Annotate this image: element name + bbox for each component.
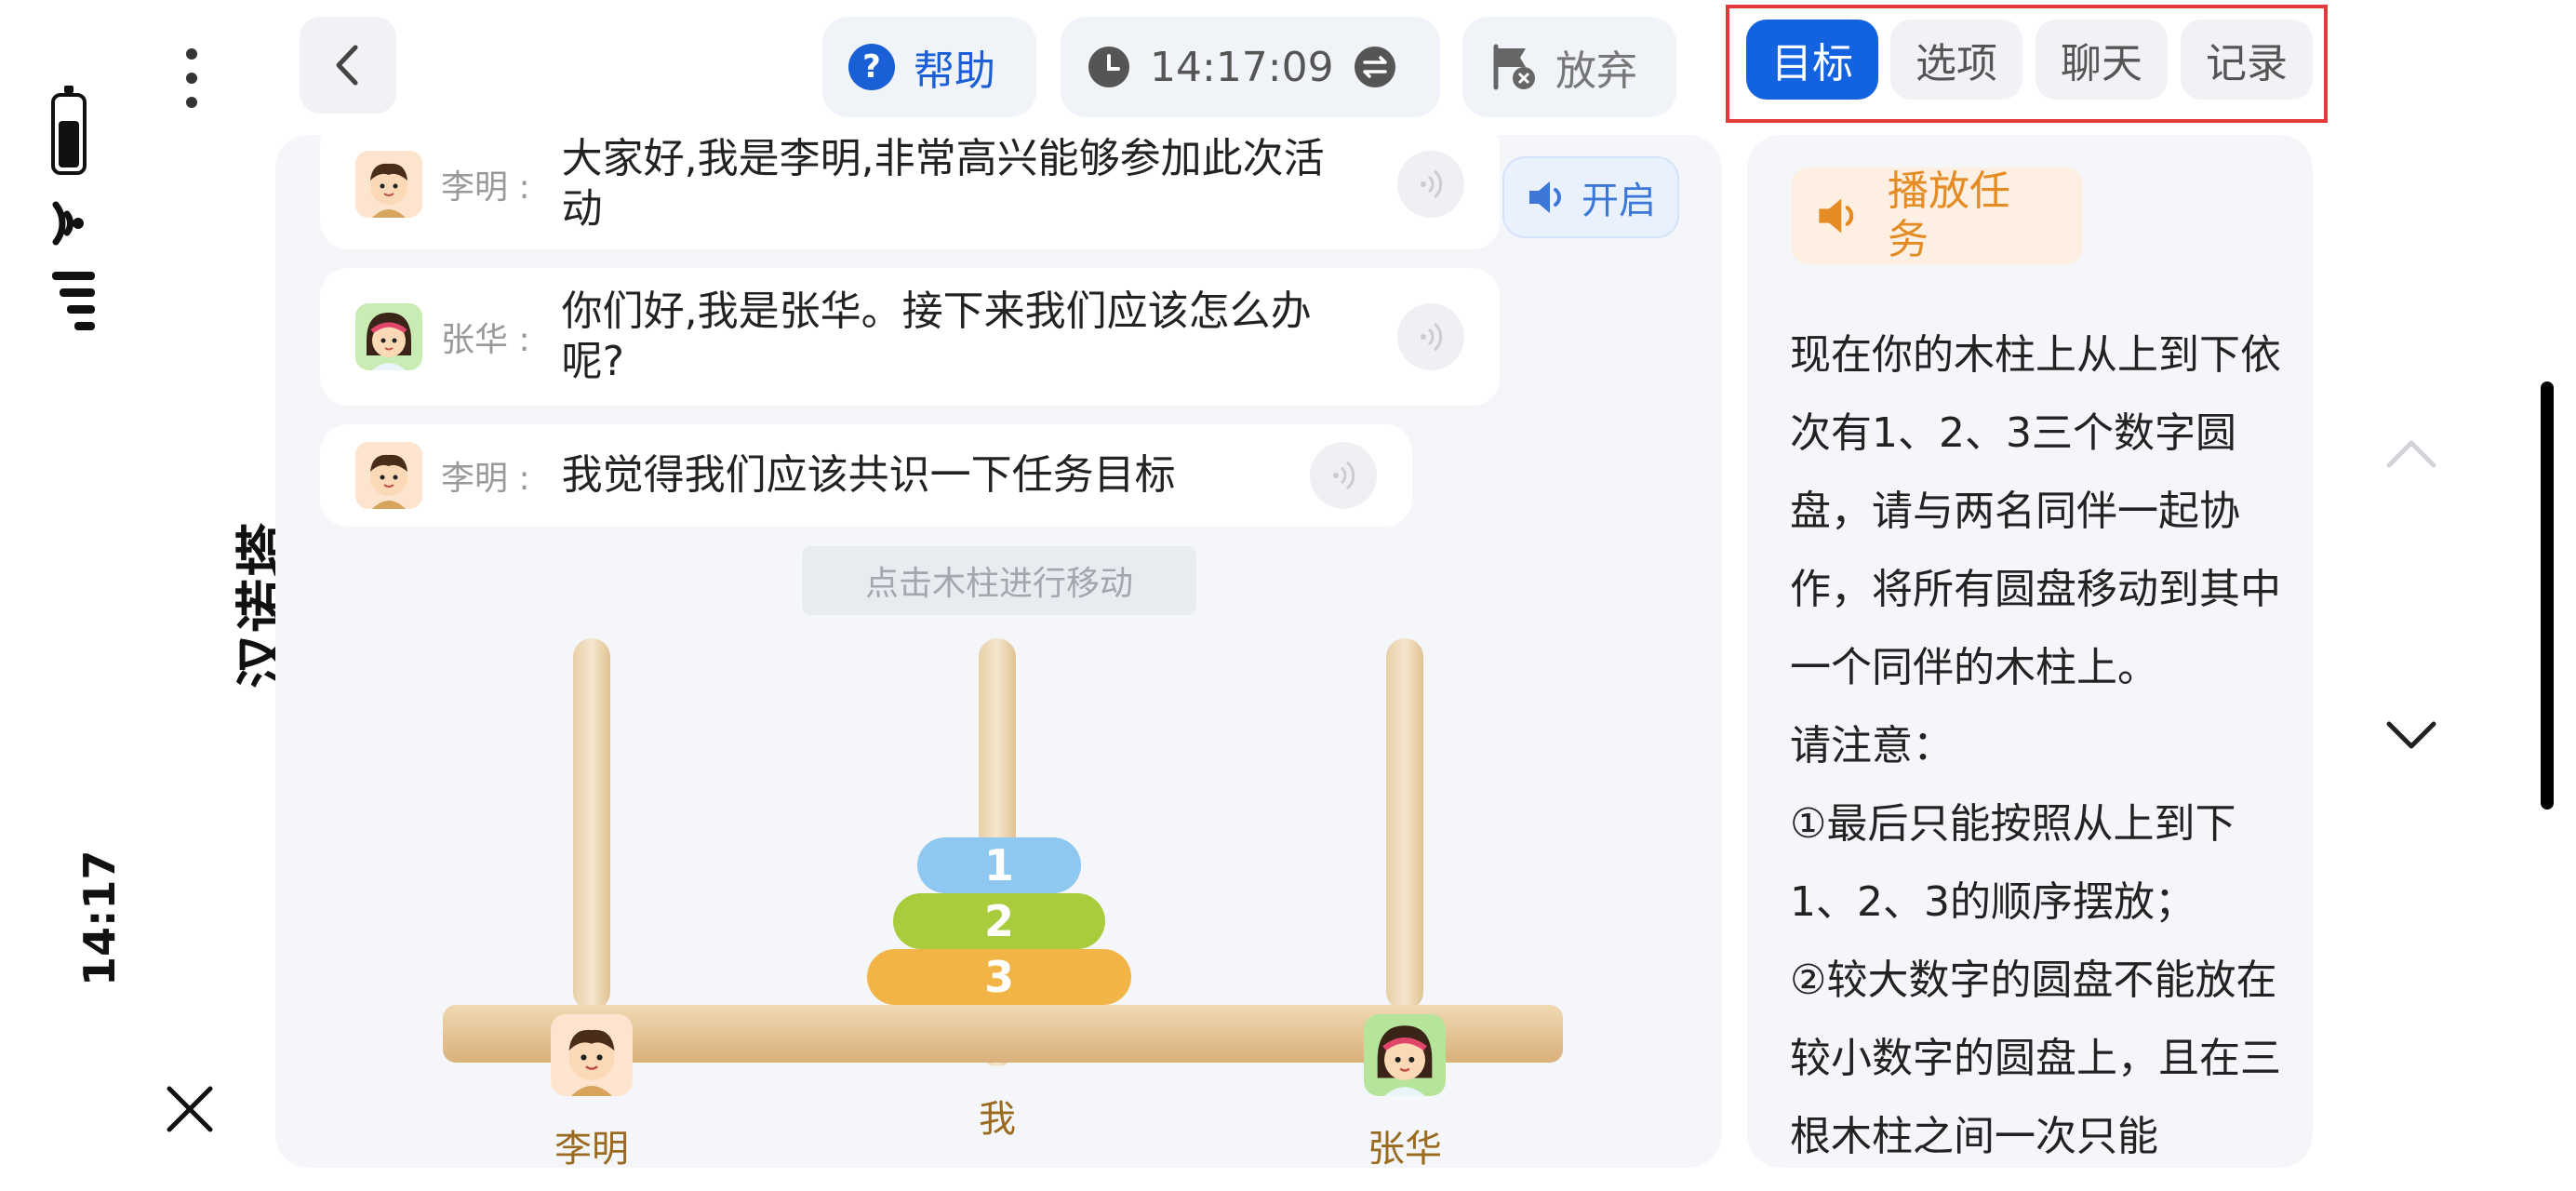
- chat-message: 张华 : 你们好,我是张华。接下来我们应该怎么办呢?: [320, 268, 1500, 406]
- battery-icon: [51, 86, 87, 175]
- avatar-boy: [551, 1014, 633, 1096]
- play-task-button[interactable]: 播放任务: [1791, 167, 2083, 264]
- clock-icon: [1088, 47, 1129, 87]
- clock: 14:17: [74, 850, 125, 986]
- peg-label-me: 我: [979, 1098, 1016, 1141]
- tab-chat[interactable]: 聊天: [2035, 20, 2168, 100]
- help-button[interactable]: ? 帮助: [822, 17, 1036, 117]
- sound-wave-icon: [1421, 322, 1443, 352]
- chevron-down-icon[interactable]: [2383, 716, 2439, 754]
- timer-value: 14:17:09: [1150, 43, 1334, 91]
- peg-left[interactable]: [573, 638, 610, 1010]
- play-task-label: 播放任务: [1888, 167, 2010, 263]
- speaker-name: 李明 :: [441, 168, 530, 207]
- play-audio-button[interactable]: [1310, 442, 1377, 509]
- avatar-boy: [355, 151, 422, 218]
- play-audio-button[interactable]: [1397, 303, 1464, 370]
- speaker-name: 李明 :: [441, 460, 530, 498]
- peg-label-zhanghua: 张华: [1368, 1128, 1442, 1171]
- hanoi-board: 1 2 3 李明 我 张华: [437, 633, 1563, 1171]
- sound-wave-icon: [1333, 461, 1355, 490]
- move-hint: 点击木柱进行移动: [802, 546, 1196, 615]
- peg-label-liming: 李明: [554, 1128, 629, 1171]
- tab-goal[interactable]: 目标: [1746, 20, 1878, 100]
- disk-2[interactable]: 2: [893, 893, 1105, 949]
- message-text: 我觉得我们应该共识一下任务目标: [561, 451, 1176, 499]
- back-button[interactable]: [300, 17, 396, 114]
- speaker-icon: [1819, 198, 1854, 234]
- avatar-boy: [355, 442, 422, 509]
- wifi-icon: [52, 201, 84, 246]
- signal-icon: [52, 272, 95, 330]
- play-audio-button[interactable]: [1397, 151, 1464, 218]
- tab-options[interactable]: 选项: [1890, 20, 2022, 100]
- message-text: 大家好,我是李明,非常高兴能够参加此次活动: [561, 135, 1325, 233]
- speaker-name: 张华 :: [441, 321, 530, 359]
- chat-message: 李明 : 我觉得我们应该共识一下任务目标: [320, 424, 1412, 527]
- help-label: 帮助: [914, 47, 995, 95]
- give-up-button[interactable]: 放弃: [1462, 17, 1676, 117]
- more-options-icon[interactable]: [182, 48, 201, 114]
- close-icon[interactable]: [166, 1085, 214, 1133]
- voice-toggle-button[interactable]: 开启: [1502, 156, 1679, 238]
- chevron-up-icon[interactable]: [2383, 434, 2439, 471]
- system-status-bar: 14:17: [0, 0, 149, 1191]
- speaker-icon: [1529, 181, 1561, 213]
- voice-toggle-label: 开启: [1582, 180, 1656, 222]
- tab-records[interactable]: 记录: [2181, 20, 2313, 100]
- disk-3[interactable]: 3: [867, 949, 1131, 1005]
- task-description: 现在你的木柱上从上到下依次有1、2、3三个数字圆盘，请与两名同伴一起协作，将所有…: [1790, 331, 2281, 1160]
- peg-right[interactable]: [1386, 638, 1423, 1010]
- help-icon: ?: [848, 44, 895, 90]
- sound-wave-icon: [1421, 169, 1443, 199]
- chat-message: 李明 : 大家好,我是李明,非常高兴能够参加此次活动: [320, 119, 1500, 249]
- flag-icon: [1493, 44, 1535, 90]
- chevron-left-icon: [336, 45, 358, 86]
- give-up-label: 放弃: [1555, 47, 1637, 95]
- scrollbar[interactable]: [2541, 381, 2554, 810]
- avatar-girl: [355, 303, 422, 370]
- avatar-girl: [1364, 1014, 1446, 1096]
- swap-icon[interactable]: [1353, 45, 1397, 89]
- timer: 14:17:09: [1061, 17, 1440, 117]
- message-text: 你们好,我是张华。接下来我们应该怎么办呢?: [561, 288, 1312, 385]
- disk-1[interactable]: 1: [917, 837, 1081, 893]
